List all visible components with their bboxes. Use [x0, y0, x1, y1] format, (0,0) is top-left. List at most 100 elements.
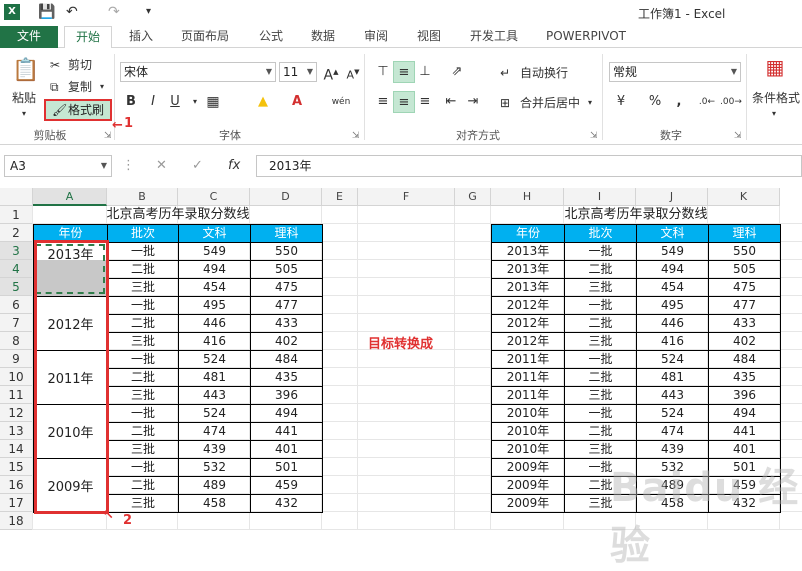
cut-button[interactable]: 剪切: [68, 57, 92, 73]
row-header-5[interactable]: 5: [0, 278, 33, 296]
undo-icon[interactable]: ↶: [66, 3, 78, 21]
left-table-cell[interactable]: 402: [250, 332, 323, 351]
right-table-header[interactable]: 批次: [564, 224, 637, 243]
right-table-cell[interactable]: 524: [636, 350, 709, 369]
right-table-cell[interactable]: 三批: [564, 278, 637, 297]
left-table-header[interactable]: 理科: [250, 224, 323, 243]
right-table-cell[interactable]: 2010年: [491, 422, 565, 441]
left-table-cell[interactable]: 二批: [107, 314, 179, 333]
left-table-cell[interactable]: 433: [250, 314, 323, 333]
right-table-cell[interactable]: 549: [636, 242, 709, 261]
insert-function-icon[interactable]: fx: [228, 158, 240, 173]
chevron-down-icon[interactable]: ▼: [101, 156, 107, 176]
underline-icon[interactable]: U: [164, 91, 186, 113]
column-header-d[interactable]: D: [250, 188, 322, 206]
fill-color-icon[interactable]: ▲: [252, 91, 274, 113]
left-table-cell[interactable]: 524: [178, 350, 251, 369]
row-header-14[interactable]: 14: [0, 440, 33, 458]
tab-formulas[interactable]: 公式: [250, 26, 292, 48]
right-table-cell[interactable]: 441: [708, 422, 781, 441]
row-header-15[interactable]: 15: [0, 458, 33, 476]
row-header-9[interactable]: 9: [0, 350, 33, 368]
bold-icon[interactable]: B: [120, 91, 142, 113]
row-header-4[interactable]: 4: [0, 260, 33, 278]
right-table-cell[interactable]: 2013年: [491, 278, 565, 297]
right-table-cell[interactable]: 481: [636, 368, 709, 387]
copy-dropdown-icon[interactable]: ▾: [100, 79, 104, 95]
column-header-e[interactable]: E: [322, 188, 358, 206]
tab-page-layout[interactable]: 页面布局: [172, 26, 238, 48]
left-table-cell[interactable]: 484: [250, 350, 323, 369]
left-table-cell[interactable]: 549: [178, 242, 251, 261]
clipboard-launcher-icon[interactable]: ⇲: [104, 128, 112, 144]
row-header-11[interactable]: 11: [0, 386, 33, 404]
left-table-cell[interactable]: 439: [178, 440, 251, 459]
right-table-cell[interactable]: 524: [636, 404, 709, 423]
column-header-h[interactable]: H: [491, 188, 564, 206]
align-top-icon[interactable]: ⊤: [372, 61, 394, 83]
left-table-cell[interactable]: 505: [250, 260, 323, 279]
grow-font-icon[interactable]: A▲: [320, 61, 342, 84]
font-launcher-icon[interactable]: ⇲: [352, 128, 360, 144]
align-left-icon[interactable]: ≡: [372, 91, 394, 113]
left-table-cell[interactable]: 532: [178, 458, 251, 477]
right-table-cell[interactable]: 一批: [564, 296, 637, 315]
left-table-cell[interactable]: 二批: [107, 368, 179, 387]
right-table-cell[interactable]: 2012年: [491, 332, 565, 351]
column-header-k[interactable]: K: [708, 188, 780, 206]
left-table-cell[interactable]: 494: [178, 260, 251, 279]
customize-qat-icon[interactable]: ▾: [146, 3, 151, 21]
right-table-cell[interactable]: 494: [636, 260, 709, 279]
right-table-cell[interactable]: 一批: [564, 404, 637, 423]
decrease-decimal-icon[interactable]: .00→: [720, 91, 742, 113]
increase-decimal-icon[interactable]: .0←: [696, 91, 718, 113]
comma-style-icon[interactable]: ,: [668, 91, 690, 113]
right-table-cell[interactable]: 2010年: [491, 404, 565, 423]
right-table-cell[interactable]: 2013年: [491, 260, 565, 279]
right-table-cell[interactable]: 435: [708, 368, 781, 387]
number-format-combo[interactable]: 常规 ▼: [609, 62, 741, 82]
left-table-cell[interactable]: 一批: [107, 404, 179, 423]
right-table-cell[interactable]: 454: [636, 278, 709, 297]
left-table-cell[interactable]: 三批: [107, 332, 179, 351]
left-table-header[interactable]: 批次: [107, 224, 179, 243]
row-header-17[interactable]: 17: [0, 494, 33, 512]
column-header-a[interactable]: A: [33, 188, 107, 206]
percent-icon[interactable]: %: [644, 91, 666, 113]
right-table-header[interactable]: 理科: [708, 224, 781, 243]
right-table-cell[interactable]: 416: [636, 332, 709, 351]
right-table-cell[interactable]: 433: [708, 314, 781, 333]
excel-icon[interactable]: X: [4, 4, 20, 20]
left-table-cell[interactable]: 一批: [107, 296, 179, 315]
left-table-cell[interactable]: 435: [250, 368, 323, 387]
row-header-3[interactable]: 3: [0, 242, 33, 260]
column-header-c[interactable]: C: [178, 188, 250, 206]
alignment-launcher-icon[interactable]: ⇲: [590, 128, 598, 144]
right-table-cell[interactable]: 一批: [564, 350, 637, 369]
left-table-cell[interactable]: 477: [250, 296, 323, 315]
tab-review[interactable]: 审阅: [355, 26, 397, 48]
align-middle-icon[interactable]: ≡: [393, 61, 415, 83]
left-table-cell[interactable]: 441: [250, 422, 323, 441]
tab-insert[interactable]: 插入: [118, 26, 164, 48]
format-painter-button[interactable]: 🖌 格式刷: [44, 99, 112, 121]
left-table-cell[interactable]: 524: [178, 404, 251, 423]
left-table-cell[interactable]: 459: [250, 476, 323, 495]
italic-icon[interactable]: I: [142, 91, 164, 113]
conditional-dropdown-icon[interactable]: ▾: [772, 106, 776, 122]
paste-icon[interactable]: 📋: [12, 56, 39, 86]
right-table-cell[interactable]: 二批: [564, 368, 637, 387]
column-header-j[interactable]: J: [636, 188, 708, 206]
right-table-cell[interactable]: 二批: [564, 260, 637, 279]
right-table-cell[interactable]: 396: [708, 386, 781, 405]
left-table-cell[interactable]: 475: [250, 278, 323, 297]
tab-home[interactable]: 开始: [64, 26, 112, 49]
right-table-cell[interactable]: 2010年: [491, 440, 565, 459]
column-header-b[interactable]: B: [107, 188, 178, 206]
left-table-cell[interactable]: 481: [178, 368, 251, 387]
right-table-cell[interactable]: 一批: [564, 242, 637, 261]
right-table-cell[interactable]: 477: [708, 296, 781, 315]
left-table-cell[interactable]: 454: [178, 278, 251, 297]
left-table-cell[interactable]: 二批: [107, 476, 179, 495]
redo-icon[interactable]: ↷: [108, 3, 120, 21]
